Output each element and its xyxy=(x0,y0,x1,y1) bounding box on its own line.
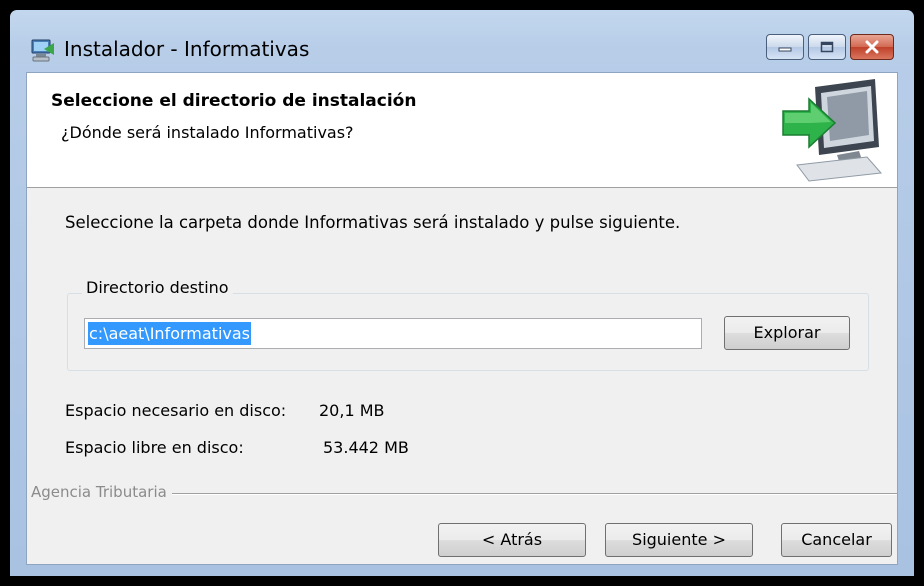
free-space-label: Espacio libre en disco: xyxy=(65,438,244,457)
next-button[interactable]: Siguiente > xyxy=(605,523,753,557)
required-space-label: Espacio necesario en disco: xyxy=(65,401,287,420)
dialog-client: Seleccione el directorio de instalación … xyxy=(26,72,898,565)
minimize-button[interactable] xyxy=(766,34,804,60)
footer-divider xyxy=(172,493,897,495)
page-title: Seleccione el directorio de instalación xyxy=(51,91,417,111)
window-title: Instalador - Informativas xyxy=(64,37,310,61)
maximize-button[interactable] xyxy=(808,34,846,60)
title-bar[interactable]: Instalador - Informativas xyxy=(10,10,914,72)
free-space-value: 53.442 MB xyxy=(323,438,409,457)
destination-path-value: c:\aeat\Informativas xyxy=(88,322,251,345)
destination-group: Directorio destino c:\aeat\Informativas … xyxy=(67,278,869,371)
close-icon xyxy=(851,35,893,59)
instruction-text: Seleccione la carpeta donde Informativas… xyxy=(65,213,681,232)
destination-path-input[interactable]: c:\aeat\Informativas xyxy=(84,318,702,349)
back-button[interactable]: < Atrás xyxy=(438,523,586,557)
browse-button[interactable]: Explorar xyxy=(724,316,850,350)
installer-window: Instalador - Informativas Seleccione el … xyxy=(10,10,914,576)
required-space-value: 20,1 MB xyxy=(319,401,385,420)
install-arrow-computer-icon xyxy=(782,79,883,182)
minimize-icon xyxy=(767,35,803,59)
close-button[interactable] xyxy=(850,34,894,60)
cancel-button[interactable]: Cancelar xyxy=(781,523,892,557)
maximize-icon xyxy=(809,35,845,59)
wizard-header: Seleccione el directorio de instalación … xyxy=(27,73,897,188)
window-controls xyxy=(762,34,894,62)
page-subtitle: ¿Dónde será instalado Informativas? xyxy=(61,123,354,142)
destination-group-label: Directorio destino xyxy=(82,278,233,297)
installer-computer-icon xyxy=(31,39,54,62)
footer-brand: Agencia Tributaria xyxy=(31,483,167,501)
